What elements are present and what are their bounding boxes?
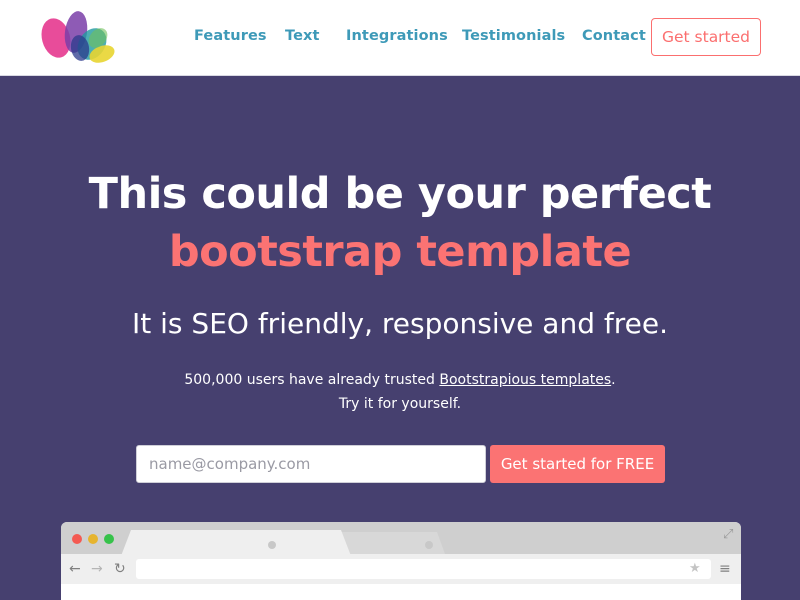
- get-started-button[interactable]: Get started: [651, 18, 761, 56]
- hero-note-prefix: 500,000 users have already trusted: [184, 372, 440, 388]
- hero-title-accent: bootstrap template: [168, 227, 632, 277]
- hero-note: 500,000 users have already trusted Boots…: [0, 368, 800, 416]
- maximize-dot-icon: [104, 534, 114, 544]
- minimize-dot-icon: [88, 534, 98, 544]
- hero-note-line2: Try it for yourself.: [338, 396, 462, 412]
- hero-title: This could be your perfect: [88, 169, 712, 219]
- nav-features-link[interactable]: Features: [194, 28, 267, 44]
- site-header: Features Text Integrations Testimonials …: [0, 0, 800, 76]
- browser-mockup: ⤢ ← → ↻ ★ ≡: [61, 522, 741, 600]
- bootstrapious-link[interactable]: Bootstrapious templates: [439, 372, 611, 388]
- tab-close-icon: [425, 541, 433, 549]
- get-started-free-button[interactable]: Get started for FREE: [490, 445, 665, 483]
- nav-integrations-link[interactable]: Integrations: [346, 28, 448, 44]
- nav-contact-link[interactable]: Contact: [582, 28, 646, 44]
- logo-icon[interactable]: [40, 8, 118, 66]
- browser-tab-bar: ⤢: [61, 522, 741, 556]
- browser-tab-active: [121, 530, 351, 556]
- reload-icon: ↻: [114, 561, 126, 577]
- nav-text-link[interactable]: Text: [285, 28, 319, 44]
- address-bar: [136, 559, 711, 579]
- expand-icon: ⤢: [723, 527, 734, 542]
- hero-subtitle: It is SEO friendly, responsive and free.: [132, 307, 668, 340]
- browser-toolbar: ← → ↻ ★ ≡: [61, 554, 741, 584]
- forward-arrow-icon: →: [91, 561, 103, 577]
- back-arrow-icon: ←: [69, 561, 81, 577]
- email-input[interactable]: [136, 445, 486, 483]
- nav-testimonials-link[interactable]: Testimonials: [462, 28, 565, 44]
- menu-icon: ≡: [719, 561, 731, 577]
- browser-viewport: [61, 584, 741, 600]
- star-icon: ★: [689, 561, 701, 576]
- hero-note-suffix: .: [611, 372, 616, 388]
- tab-close-icon: [268, 541, 276, 549]
- close-dot-icon: [72, 534, 82, 544]
